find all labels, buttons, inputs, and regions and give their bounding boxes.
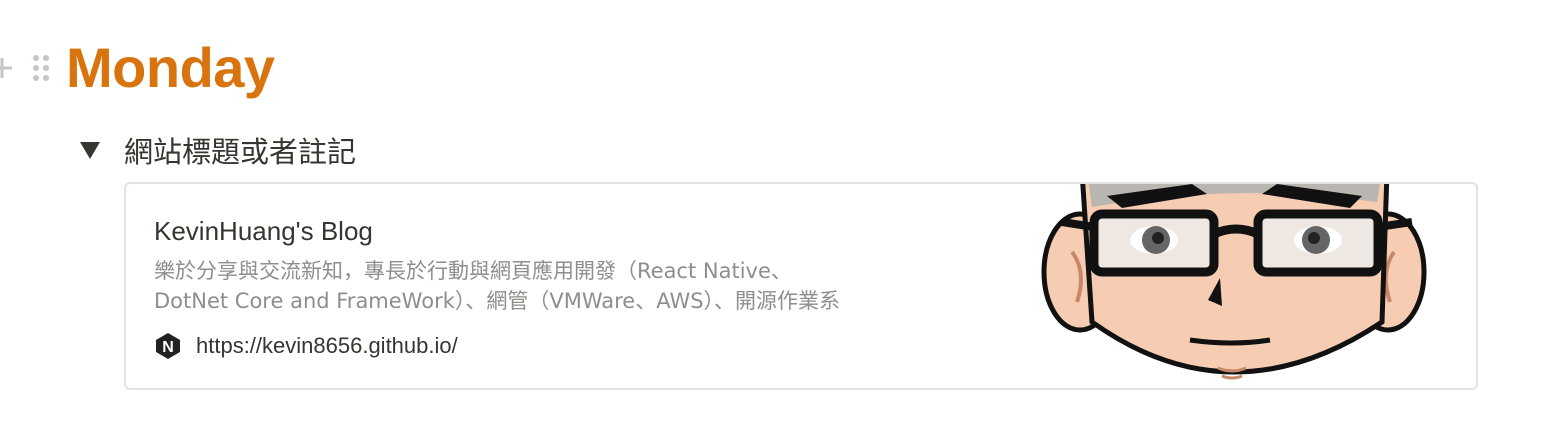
add-block-plus-icon[interactable] bbox=[0, 56, 14, 80]
bookmark-card[interactable]: KevinHuang's Blog 樂於分享與交流新知，專長於行動與網頁應用開發… bbox=[124, 182, 1478, 390]
toggle-label[interactable]: 網站標題或者註記 bbox=[124, 129, 356, 171]
bookmark-description: 樂於分享與交流新知，專長於行動與網頁應用開發（React Native、 Dot… bbox=[154, 256, 974, 316]
toggle-block[interactable]: 網站標題或者註記 bbox=[76, 128, 356, 172]
bookmark-thumbnail-avatar bbox=[1041, 184, 1427, 380]
bookmark-description-line: 樂於分享與交流新知，專長於行動與網頁應用開發（React Native、 bbox=[154, 259, 792, 283]
drag-handle-icon[interactable] bbox=[32, 52, 50, 84]
bookmark-link: N https://kevin8656.github.io/ bbox=[154, 330, 974, 362]
bookmark-description-line: DotNet Core and FrameWork）、網管（VMWare、AWS… bbox=[154, 289, 841, 313]
bookmark-title: KevinHuang's Blog bbox=[154, 216, 373, 246]
triangle-down-icon[interactable] bbox=[76, 136, 104, 164]
page-title[interactable]: Monday bbox=[66, 32, 275, 104]
svg-text:N: N bbox=[162, 339, 174, 356]
site-favicon-icon: N bbox=[156, 333, 180, 359]
bookmark-url: https://kevin8656.github.io/ bbox=[196, 333, 458, 358]
